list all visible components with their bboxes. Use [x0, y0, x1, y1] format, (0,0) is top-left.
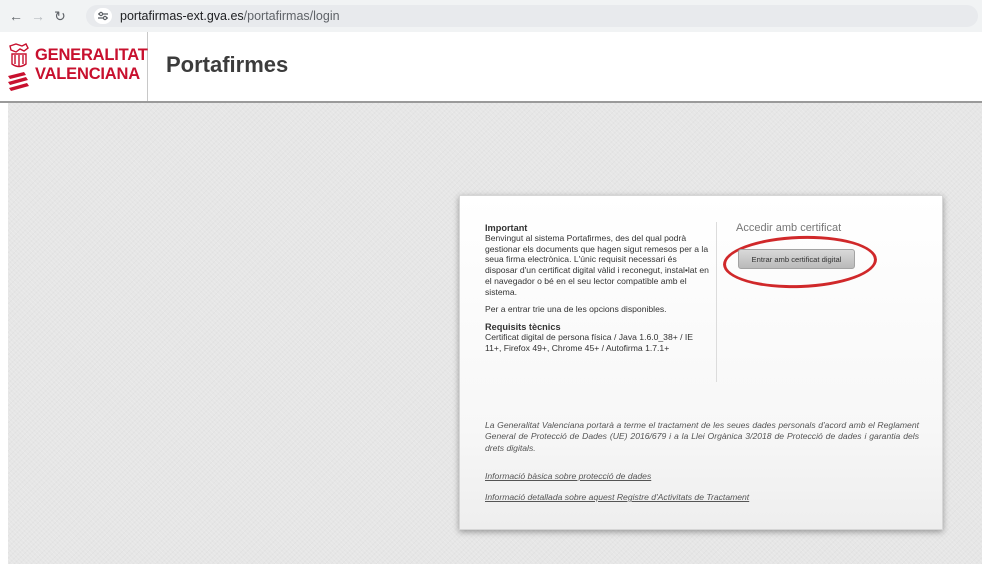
requirements-heading: Requisits tècnics — [485, 321, 561, 332]
logo-line2: VALENCIANA — [35, 65, 140, 83]
certificate-title: Accedir amb certificat — [736, 222, 842, 234]
info-paragraph: Benvingut al sistema Portafirmes, des de… — [485, 233, 709, 297]
page-title: Portafirmes — [166, 52, 289, 77]
certificate-column: Accedir amb certificat Entrar amb certif… — [722, 222, 926, 291]
info-column: Important Benvingut al sistema Portafirm… — [485, 223, 710, 360]
logo-line1: GENERALITAT — [35, 46, 148, 64]
address-bar[interactable]: portafirmas-ext.gva.es/portafirmas/login — [86, 5, 978, 27]
url-text: portafirmas-ext.gva.es/portafirmas/login — [120, 9, 340, 23]
info-choose-text: Per a entrar trie una de les opcions dis… — [485, 304, 667, 315]
info-heading: Important — [485, 223, 528, 233]
reload-icon[interactable]: ↻ — [50, 6, 70, 26]
privacy-notice: La Generalitat Valenciana portarà a term… — [485, 420, 919, 453]
back-arrow-icon[interactable]: ← — [6, 6, 26, 26]
site-settings-icon[interactable] — [94, 8, 112, 24]
generalitat-logo[interactable]: GENERALITAT VALENCIANA — [0, 32, 148, 101]
login-panel: Important Benvingut al sistema Portafirm… — [459, 195, 943, 530]
generalitat-emblem-icon — [8, 43, 29, 91]
main-content: Important Benvingut al sistema Portafirm… — [8, 103, 982, 564]
url-path: /portafirmas/login — [243, 9, 340, 23]
url-host: portafirmas-ext.gva.es — [120, 9, 244, 23]
forward-arrow-icon[interactable]: → — [28, 6, 48, 26]
detailed-processing-register-link[interactable]: Informació detallada sobre aquest Regist… — [485, 492, 749, 502]
column-divider — [716, 222, 717, 382]
requirements-text: Certificat digital de persona física / J… — [485, 331, 694, 353]
login-certificate-button[interactable]: Entrar amb certificat digital — [738, 249, 855, 269]
browser-toolbar: ← → ↻ portafirmas-ext.gva.es/portafirmas… — [0, 0, 982, 32]
basic-data-protection-link[interactable]: Informació bàsica sobre protecció de dad… — [485, 471, 651, 481]
app-header: GENERALITAT VALENCIANA Portafirmes — [0, 32, 982, 103]
